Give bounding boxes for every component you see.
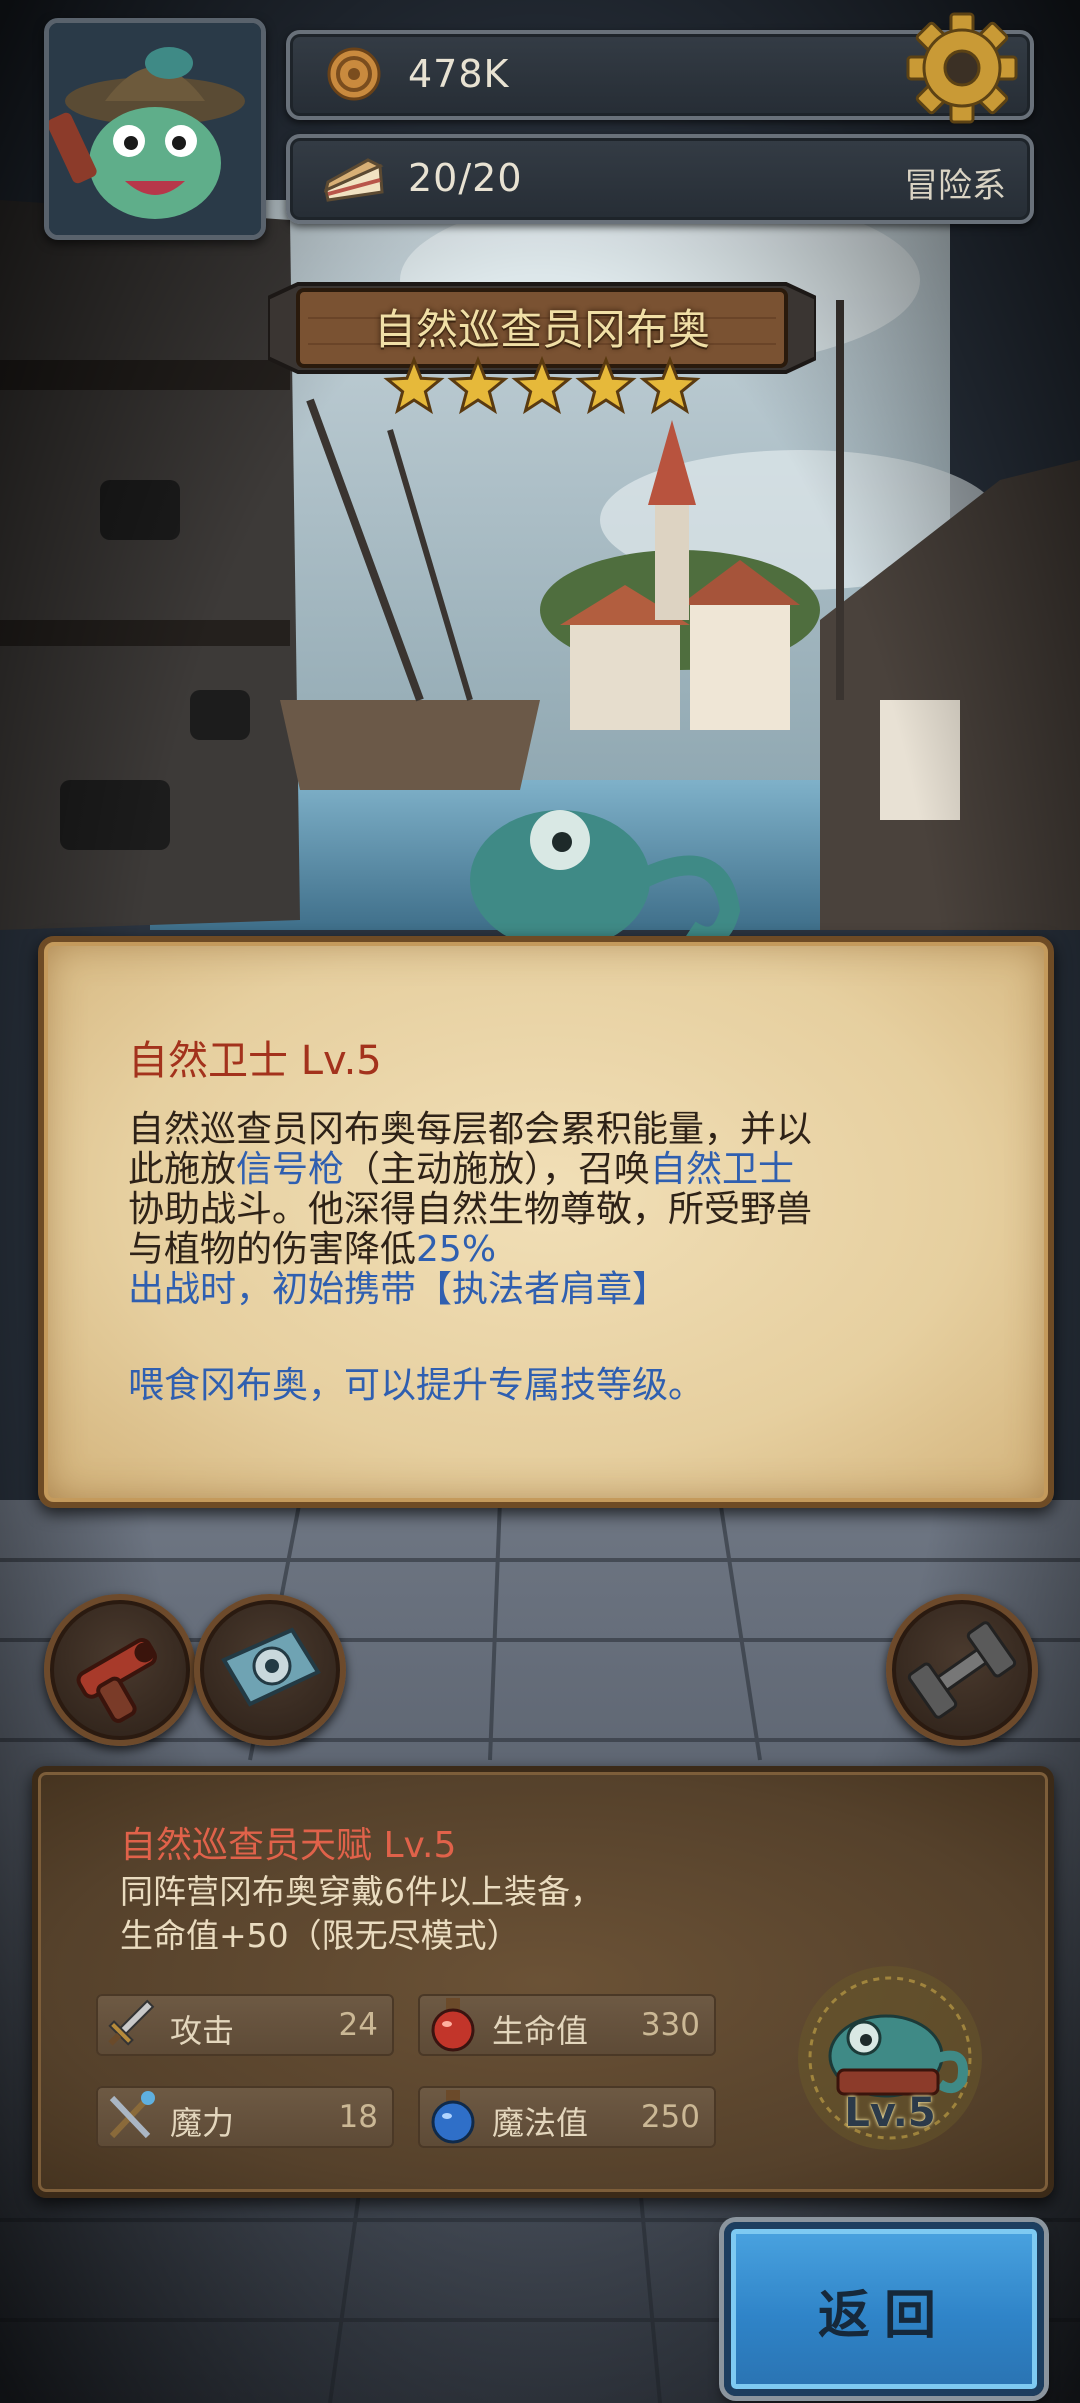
desc-text: 此施放 <box>128 1149 237 1190</box>
stat-value: 18 <box>338 2099 378 2135</box>
stat-value: 330 <box>640 2007 700 2043</box>
flare-gun-item[interactable] <box>44 1594 196 1746</box>
talent-title: 自然巡查员天赋 Lv.5 <box>120 1825 457 1866</box>
star-icon <box>639 356 701 415</box>
stat-label: 魔力 <box>170 2104 235 2142</box>
star-rating <box>383 356 701 415</box>
talent-level-badge: Lv.5 <box>790 1958 990 2158</box>
staff-icon <box>109 2091 155 2139</box>
star-icon <box>447 356 509 415</box>
starting-item-line: 出战时，初始携带【执法者肩章】 <box>128 1269 669 1310</box>
desc-line: 自然巡查员冈布奥每层都会累积能量，并以 <box>128 1109 813 1150</box>
stat-attack: 攻击 24 <box>96 1994 394 2056</box>
feed-hint: 喂食冈布奥，可以提升专属技等级。 <box>128 1365 705 1406</box>
blue-potion-icon <box>431 2090 475 2144</box>
stat-magic-power: 魔力 18 <box>96 2086 394 2148</box>
skill-title: 自然卫士 Lv.5 <box>128 1038 382 1084</box>
stat-hp: 生命值 330 <box>418 1994 716 2056</box>
desc-line: 此施放信号枪（主动施放），召唤自然卫士 <box>128 1150 988 1190</box>
hero-name: 自然巡查员冈布奥 <box>373 305 710 354</box>
sword-icon <box>108 1999 155 2046</box>
red-potion-icon <box>431 1998 475 2052</box>
skill-description: 自然巡查员冈布奥每层都会累积能量，并以 此施放信号枪（主动施放），召唤自然卫士 … <box>128 1110 988 1310</box>
star-icon <box>575 356 637 415</box>
stat-label: 攻击 <box>170 2012 235 2050</box>
badge-icon <box>221 1627 321 1707</box>
star-icon <box>383 356 445 415</box>
dumbbell-icon <box>907 1621 1017 1719</box>
desc-text: （主动施放），召唤 <box>344 1149 651 1190</box>
flare-gun-link[interactable]: 信号枪 <box>236 1149 344 1190</box>
stat-mp: 魔法值 250 <box>418 2086 716 2148</box>
cake-slice-icon <box>323 158 384 202</box>
stat-label: 生命值 <box>492 2012 589 2050</box>
gear-icon[interactable] <box>906 12 1018 124</box>
hero-portrait[interactable] <box>44 18 266 240</box>
badge-item[interactable] <box>194 1594 346 1746</box>
stat-value: 24 <box>338 2007 378 2043</box>
desc-line: 与植物的伤害降低25% <box>128 1230 988 1270</box>
energy-count: 20/20 <box>408 156 523 200</box>
coin-count: 478K <box>408 52 510 96</box>
skill-description-panel: 自然卫士 Lv.5 自然巡查员冈布奥每层都会累积能量，并以 此施放信号枪（主动施… <box>38 936 1054 1508</box>
back-button[interactable]: 返回 <box>724 2222 1044 2396</box>
star-icon <box>511 356 573 415</box>
stat-label: 魔法值 <box>492 2104 589 2142</box>
desc-text: 与植物的伤害降低 <box>128 1229 417 1270</box>
frog-explorer-avatar <box>49 23 261 235</box>
flare-gun-icon <box>76 1638 157 1723</box>
nature-guard-link[interactable]: 自然卫士 <box>650 1149 794 1190</box>
back-button-label: 返回 <box>817 2286 950 2346</box>
desc-line: 协助战斗。他深得自然生物尊敬，所受野兽 <box>128 1189 813 1230</box>
talent-desc-line: 生命值+50（限无尽模式） <box>120 1916 520 1955</box>
talent-level-text: Lv.5 <box>844 2090 936 2136</box>
coin-icon <box>327 47 381 101</box>
talent-desc-line: 同阵营冈布奥穿戴6件以上装备， <box>120 1872 603 1911</box>
talent-description: 同阵营冈布奥穿戴6件以上装备， 生命值+50（限无尽模式） <box>120 1870 603 1958</box>
hero-category: 冒险系 <box>904 166 1006 206</box>
stat-value: 250 <box>640 2099 700 2135</box>
energy-bar: 20/20 冒险系 <box>286 134 1034 224</box>
damage-reduction-value: 25% <box>416 1229 497 1270</box>
dumbbell-item[interactable] <box>886 1594 1038 1746</box>
